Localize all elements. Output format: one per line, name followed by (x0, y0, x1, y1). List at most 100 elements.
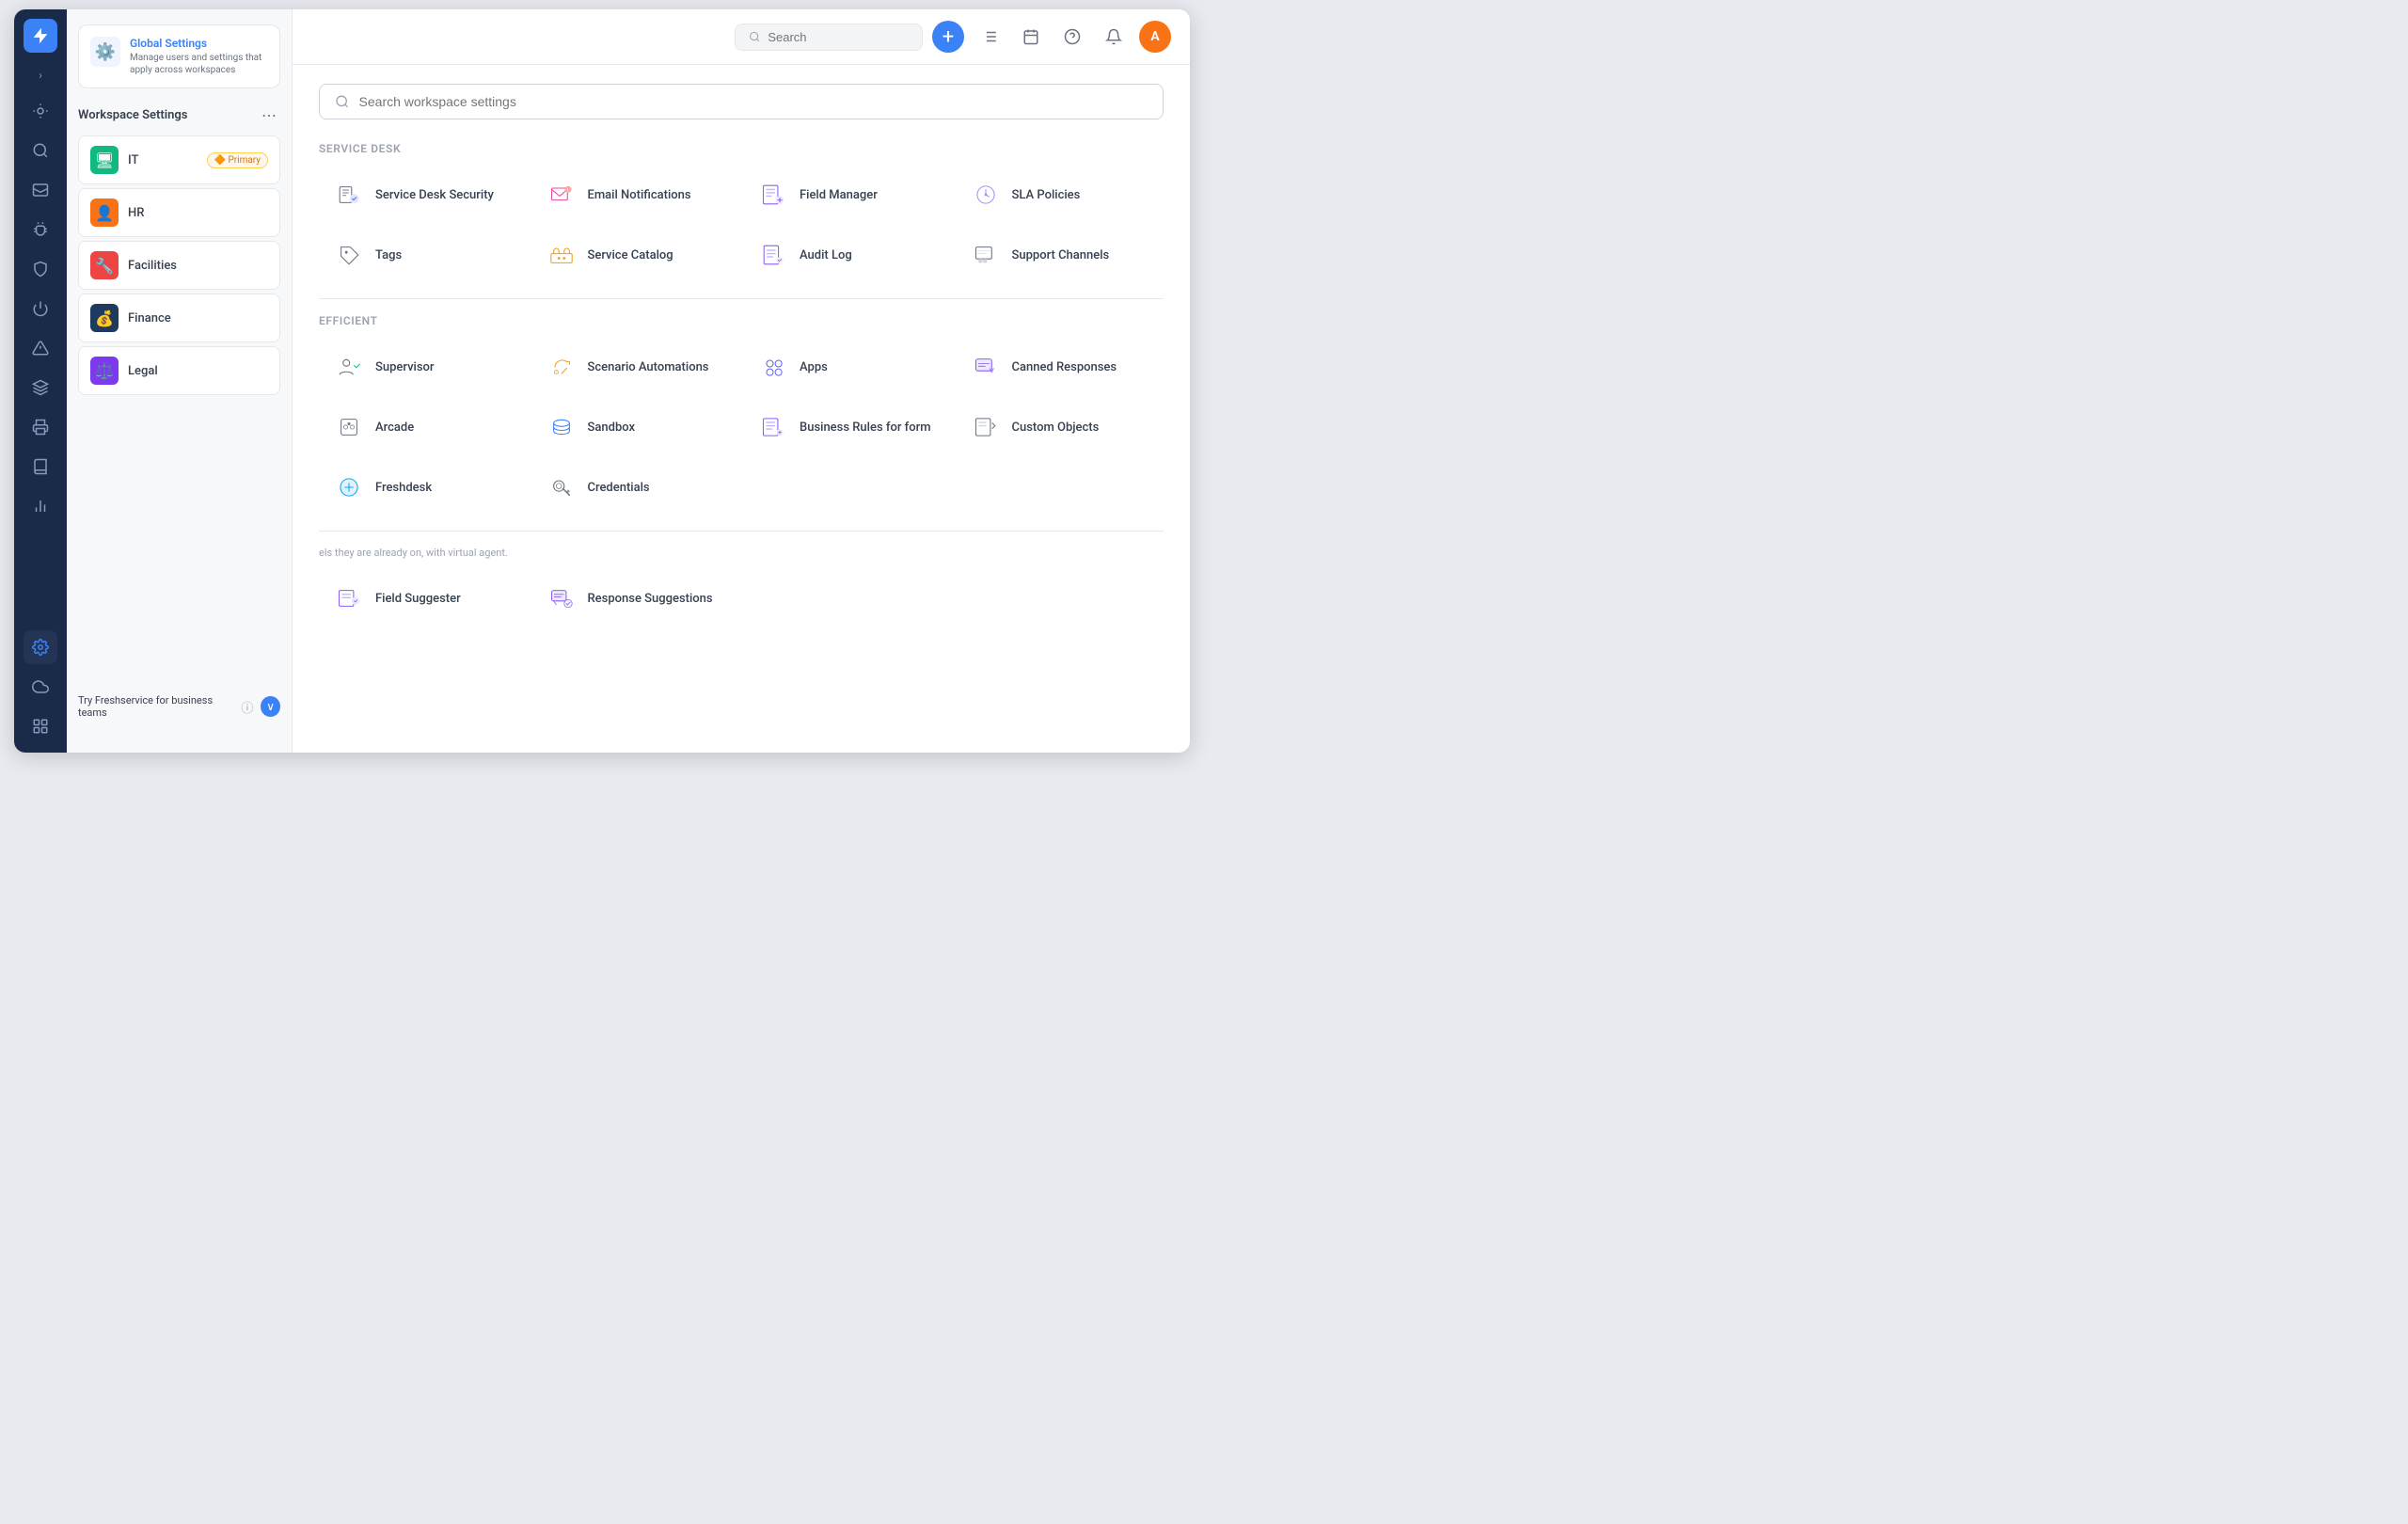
nav-item-print[interactable] (24, 410, 57, 444)
settings-content: service desk Service (293, 65, 1190, 753)
sandbox-label: Sandbox (588, 421, 636, 435)
workspace-icon-facilities: 🔧 (90, 251, 119, 279)
settings-item-service-catalog[interactable]: Service Catalog (531, 227, 740, 283)
arcade-icon (332, 410, 366, 444)
sidebar: ⚙️ Global Settings Manage users and sett… (67, 9, 293, 753)
freshdesk-label: Freshdesk (375, 481, 432, 495)
credentials-icon (545, 470, 578, 504)
settings-item-field-suggester[interactable]: Field Suggester (319, 570, 528, 627)
nav-item-cloud[interactable] (24, 670, 57, 704)
settings-item-sla-policies[interactable]: SLA Policies (956, 167, 1164, 223)
help-icon-button[interactable] (1056, 21, 1088, 53)
workspace-item-it[interactable]: 🖥 IT 🔶 Primary (78, 135, 280, 184)
response-suggestions-icon (545, 581, 578, 615)
try-freshservice-info-icon[interactable]: ⓘ (241, 698, 253, 716)
nav-item-settings[interactable] (24, 630, 57, 664)
settings-item-canned-responses[interactable]: Canned Responses (956, 339, 1164, 395)
scenario-automations-label: Scenario Automations (588, 360, 709, 374)
nav-item-bugs[interactable] (24, 213, 57, 246)
nav-item-power[interactable] (24, 292, 57, 325)
workspace-name-hr: HR (128, 206, 268, 220)
credentials-label: Credentials (588, 481, 650, 495)
workspace-item-finance[interactable]: 💰 Finance (78, 294, 280, 342)
field-suggester-label: Field Suggester (375, 592, 461, 606)
workspace-search-input[interactable] (359, 94, 1148, 109)
settings-item-sandbox[interactable]: Sandbox (531, 399, 740, 455)
custom-objects-label: Custom Objects (1012, 421, 1100, 435)
sandbox-icon (545, 410, 578, 444)
app-logo[interactable] (24, 19, 57, 53)
tasks-icon-button[interactable] (974, 21, 1006, 53)
business-rules-label: Business Rules for form (800, 421, 931, 435)
settings-item-email-notifications[interactable]: ! Email Notifications (531, 167, 740, 223)
supervisor-label: Supervisor (375, 360, 435, 374)
workspace-item-legal[interactable]: ⚖️ Legal (78, 346, 280, 395)
custom-objects-icon (969, 410, 1003, 444)
try-freshservice-chevron[interactable]: ∨ (261, 696, 280, 717)
settings-item-business-rules[interactable]: Business Rules for form (743, 399, 952, 455)
nav-item-home[interactable] (24, 94, 57, 128)
settings-item-scenario-automations[interactable]: Scenario Automations (531, 339, 740, 395)
workspace-settings-label: Workspace Settings (78, 108, 187, 122)
response-suggestions-label: Response Suggestions (588, 592, 713, 606)
workspace-item-hr[interactable]: 👤 HR (78, 188, 280, 237)
field-manager-icon (756, 178, 790, 212)
nav-item-inbox[interactable] (24, 173, 57, 207)
efficient-grid: Supervisor Scenario Automations (319, 339, 1164, 516)
settings-item-service-desk-security[interactable]: Service Desk Security (319, 167, 528, 223)
nav-item-shield[interactable] (24, 252, 57, 286)
field-suggester-icon (332, 581, 366, 615)
settings-item-arcade[interactable]: Arcade (319, 399, 528, 455)
email-notifications-icon: ! (545, 178, 578, 212)
sla-policies-icon (969, 178, 1003, 212)
settings-item-custom-objects[interactable]: Custom Objects (956, 399, 1164, 455)
settings-item-field-manager[interactable]: Field Manager (743, 167, 952, 223)
nav-item-chart[interactable] (24, 489, 57, 523)
settings-item-credentials[interactable]: Credentials (531, 459, 740, 516)
service-catalog-label: Service Catalog (588, 248, 673, 262)
user-avatar[interactable]: A (1139, 21, 1171, 53)
sidebar-toggle[interactable]: › (31, 66, 50, 85)
add-button[interactable]: + (932, 21, 964, 53)
workspace-search-box[interactable] (319, 84, 1164, 119)
virtual-agent-description: els they are already on, with virtual ag… (319, 547, 1164, 559)
workspace-more-button[interactable]: ⋯ (258, 103, 280, 126)
workspace-name-finance: Finance (128, 311, 268, 325)
scenario-automations-icon (545, 350, 578, 384)
settings-item-supervisor[interactable]: Supervisor (319, 339, 528, 395)
freshdesk-icon (332, 470, 366, 504)
nav-item-book[interactable] (24, 450, 57, 484)
nav-bar: › (14, 9, 67, 753)
canned-responses-icon (969, 350, 1003, 384)
tags-label: Tags (375, 248, 402, 262)
workspace-search-icon (335, 94, 350, 109)
audit-log-label: Audit Log (800, 248, 852, 262)
section-service-desk-title: service desk (319, 142, 1164, 155)
nav-item-search[interactable] (24, 134, 57, 167)
settings-item-apps[interactable]: Apps (743, 339, 952, 395)
nav-item-layers[interactable] (24, 371, 57, 405)
business-rules-icon (756, 410, 790, 444)
workspace-icon-legal: ⚖️ (90, 357, 119, 385)
service-desk-grid: Service Desk Security ! Email Notificati… (319, 167, 1164, 283)
global-search-box[interactable] (735, 24, 923, 51)
notifications-icon-button[interactable] (1098, 21, 1130, 53)
apps-icon (756, 350, 790, 384)
workspace-name-it: IT (128, 153, 198, 167)
workspace-item-facilities[interactable]: 🔧 Facilities (78, 241, 280, 290)
calendar-icon-button[interactable] (1015, 21, 1047, 53)
nav-item-alert[interactable] (24, 331, 57, 365)
global-search-input[interactable] (768, 30, 909, 44)
global-settings-card[interactable]: ⚙️ Global Settings Manage users and sett… (78, 24, 280, 88)
sla-policies-label: SLA Policies (1012, 188, 1081, 202)
settings-item-audit-log[interactable]: Audit Log (743, 227, 952, 283)
settings-item-support-channels[interactable]: Support Channels (956, 227, 1164, 283)
nav-item-apps[interactable] (24, 709, 57, 743)
settings-item-response-suggestions[interactable]: Response Suggestions (531, 570, 740, 627)
workspace-settings-header: Workspace Settings ⋯ (67, 103, 292, 135)
settings-item-freshdesk[interactable]: Freshdesk (319, 459, 528, 516)
try-freshservice-label: Try Freshservice for business teams (78, 694, 233, 719)
section-service-desk: service desk (319, 142, 1164, 155)
settings-item-tags[interactable]: Tags (319, 227, 528, 283)
section-virtual-agent: els they are already on, with virtual ag… (319, 547, 1164, 559)
